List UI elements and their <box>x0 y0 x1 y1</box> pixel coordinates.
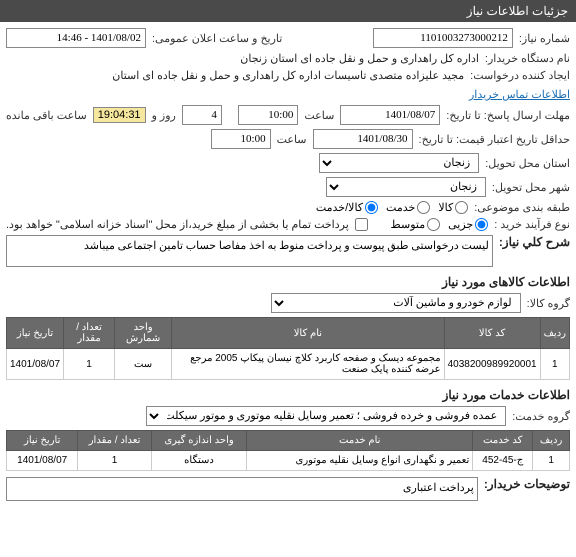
deadline-send-label: مهلت ارسال پاسخ: تا تاریخ: <box>446 109 570 122</box>
buyer-label: نام دستگاه خریدار: <box>485 52 570 65</box>
credit-expire-time[interactable] <box>211 129 271 149</box>
svc-th-code: کد خدمت <box>473 431 533 451</box>
services-table: ردیف کد خدمت نام خدمت واحد اندازه گیری ت… <box>6 430 570 471</box>
svc-th-unit: واحد اندازه گیری <box>151 431 246 451</box>
need-number-label: شماره نیاز: <box>519 32 570 45</box>
radio-service[interactable] <box>417 201 430 214</box>
remaining-label: ساعت باقی مانده <box>6 109 87 122</box>
goods-td-date: 1401/08/07 <box>7 349 64 380</box>
days-label: روز و <box>152 109 176 122</box>
desc-textarea[interactable]: لیست درخواستی طبق پیوست و پرداخت منوط به… <box>6 235 493 267</box>
buy-process-radio-group: جزیی متوسط <box>391 218 489 231</box>
announce-label: تاریخ و ساعت اعلان عمومی: <box>152 32 282 45</box>
payment-note: پرداخت تمام یا بخشی از مبلغ خرید،از محل … <box>6 218 349 231</box>
svc-td-name: تعمیر و نگهداری انواع وسایل نقلیه موتوری <box>247 451 473 471</box>
buy-process-label: نوع فرآیند خرید : <box>494 218 570 231</box>
svc-td-unit: دستگاه <box>151 451 246 471</box>
creator-label: ایجاد کننده درخواست: <box>470 69 570 82</box>
goods-th-date: تاریخ نیاز <box>7 318 64 349</box>
credit-expire-date[interactable] <box>313 129 413 149</box>
desc-label: شرح کلي نیاز: <box>499 235 570 249</box>
radio-medium[interactable] <box>427 218 440 231</box>
svc-th-name: نام خدمت <box>247 431 473 451</box>
countdown-timer: 19:04:31 <box>93 107 146 123</box>
goods-td-name: مجموعه دیسک و صفحه کاربرد کلاچ نیسان پیک… <box>172 349 444 380</box>
goods-th-qty: تعداد / مقدار <box>64 318 115 349</box>
goods-td-unit: ست <box>115 349 172 380</box>
radio-minor[interactable] <box>475 218 488 231</box>
goods-th-idx: ردیف <box>540 318 569 349</box>
hour-label-2: ساعت <box>277 133 307 146</box>
announce-input[interactable] <box>6 28 146 48</box>
city-select[interactable]: زنجان <box>326 177 486 197</box>
page-header: جزئیات اطلاعات نیاز <box>0 0 576 22</box>
deadline-send-date[interactable] <box>340 105 440 125</box>
deadline-send-time[interactable] <box>238 105 298 125</box>
services-group-select[interactable]: عمده فروشی و خرده فروشی ؛ تعمیر وسایل نق… <box>146 406 506 426</box>
form-content: شماره نیاز: تاریخ و ساعت اعلان عمومی: نا… <box>0 22 576 511</box>
goods-group-select[interactable]: لوازم خودرو و ماشین آلات <box>271 293 521 313</box>
notes-textarea[interactable]: پرداخت اعتباری <box>6 477 478 501</box>
hour-label-1: ساعت <box>304 109 334 122</box>
radio-goods-label: کالا <box>438 201 453 214</box>
payment-checkbox[interactable] <box>355 218 368 231</box>
days-remaining[interactable] <box>182 105 222 125</box>
credit-expire-label: حداقل تاریخ اعتبار قیمت: تا تاریخ: <box>419 133 570 146</box>
radio-medium-label: متوسط <box>391 218 426 231</box>
goods-th-code: کد کالا <box>444 318 540 349</box>
radio-minor-label: جزیی <box>448 218 473 231</box>
radio-goods-service[interactable] <box>365 201 378 214</box>
services-group-label: گروه خدمت: <box>512 410 570 423</box>
subject-radio-group: کالا خدمت کالا/خدمت <box>316 201 468 214</box>
svc-td-qty: 1 <box>78 451 151 471</box>
table-row[interactable]: 1 ج-45-452 تعمیر و نگهداری انواع وسایل ن… <box>7 451 570 471</box>
svc-td-idx: 1 <box>533 451 570 471</box>
province-label: استان محل تحویل: <box>485 157 570 170</box>
radio-goods[interactable] <box>455 201 468 214</box>
notes-label: توضیحات خریدار: <box>484 477 570 491</box>
goods-section-title: اطلاعات کالاهای مورد نیاز <box>6 275 570 289</box>
goods-td-code: 4038200989920001 <box>444 349 540 380</box>
creator-value: مجید علیزاده متصدی تاسیسات اداره کل راهد… <box>112 69 464 82</box>
need-number-input[interactable] <box>373 28 513 48</box>
services-section-title: اطلاعات خدمات مورد نیاز <box>6 388 570 402</box>
subject-class-label: طبقه بندی موضوعی: <box>474 201 570 214</box>
svc-th-qty: تعداد / مقدار <box>78 431 151 451</box>
goods-th-unit: واحد شمارش <box>115 318 172 349</box>
contact-link[interactable]: اطلاعات تماس خریدار <box>469 88 570 101</box>
radio-service-label: خدمت <box>386 201 415 214</box>
goods-th-name: نام کالا <box>172 318 444 349</box>
province-select[interactable]: زنجان <box>319 153 479 173</box>
goods-td-qty: 1 <box>64 349 115 380</box>
svc-td-date: 1401/08/07 <box>7 451 78 471</box>
svc-th-date: تاریخ نیاز <box>7 431 78 451</box>
svc-th-idx: ردیف <box>533 431 570 451</box>
radio-goods-service-label: کالا/خدمت <box>316 201 363 214</box>
buyer-value: اداره کل راهداری و حمل و نقل جاده ای است… <box>240 52 479 65</box>
goods-table: ردیف کد کالا نام کالا واحد شمارش تعداد /… <box>6 317 570 380</box>
goods-td-idx: 1 <box>540 349 569 380</box>
goods-group-label: گروه کالا: <box>527 297 570 310</box>
city-label: شهر محل تحویل: <box>492 181 570 194</box>
svc-td-code: ج-45-452 <box>473 451 533 471</box>
table-row[interactable]: 1 4038200989920001 مجموعه دیسک و صفحه کا… <box>7 349 570 380</box>
